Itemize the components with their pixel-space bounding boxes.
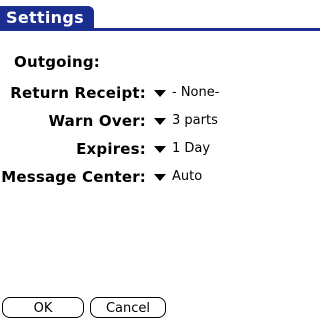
title-bar: Settings (0, 6, 320, 32)
setting-row-expires: Expires: 1 Day (0, 137, 320, 161)
expires-label: Expires: (76, 140, 146, 158)
title-divider (0, 28, 320, 31)
cancel-button[interactable]: Cancel (90, 297, 166, 318)
chevron-down-icon (154, 173, 166, 181)
expires-dropdown[interactable]: 1 Day (154, 137, 210, 161)
message-center-label: Message Center: (1, 168, 146, 186)
message-center-dropdown[interactable]: Auto (154, 165, 202, 189)
section-heading-outgoing: Outgoing: (14, 53, 100, 71)
return-receipt-label: Return Receipt: (10, 84, 146, 102)
setting-row-warn-over: Warn Over: 3 parts (0, 109, 320, 133)
chevron-down-icon (154, 89, 166, 97)
chevron-down-icon (154, 145, 166, 153)
message-center-value: Auto (172, 169, 203, 184)
warn-over-label: Warn Over: (48, 112, 146, 130)
ok-button[interactable]: OK (2, 297, 84, 318)
page-title: Settings (0, 6, 94, 30)
setting-row-message-center: Message Center: Auto (0, 165, 320, 189)
expires-value: 1 Day (172, 141, 211, 156)
warn-over-value: 3 parts (172, 113, 218, 128)
return-receipt-value: - None- (172, 85, 220, 100)
return-receipt-dropdown[interactable]: - None- (154, 81, 219, 105)
setting-row-return-receipt: Return Receipt: - None- (0, 81, 320, 105)
warn-over-dropdown[interactable]: 3 parts (154, 109, 218, 133)
chevron-down-icon (154, 117, 166, 125)
